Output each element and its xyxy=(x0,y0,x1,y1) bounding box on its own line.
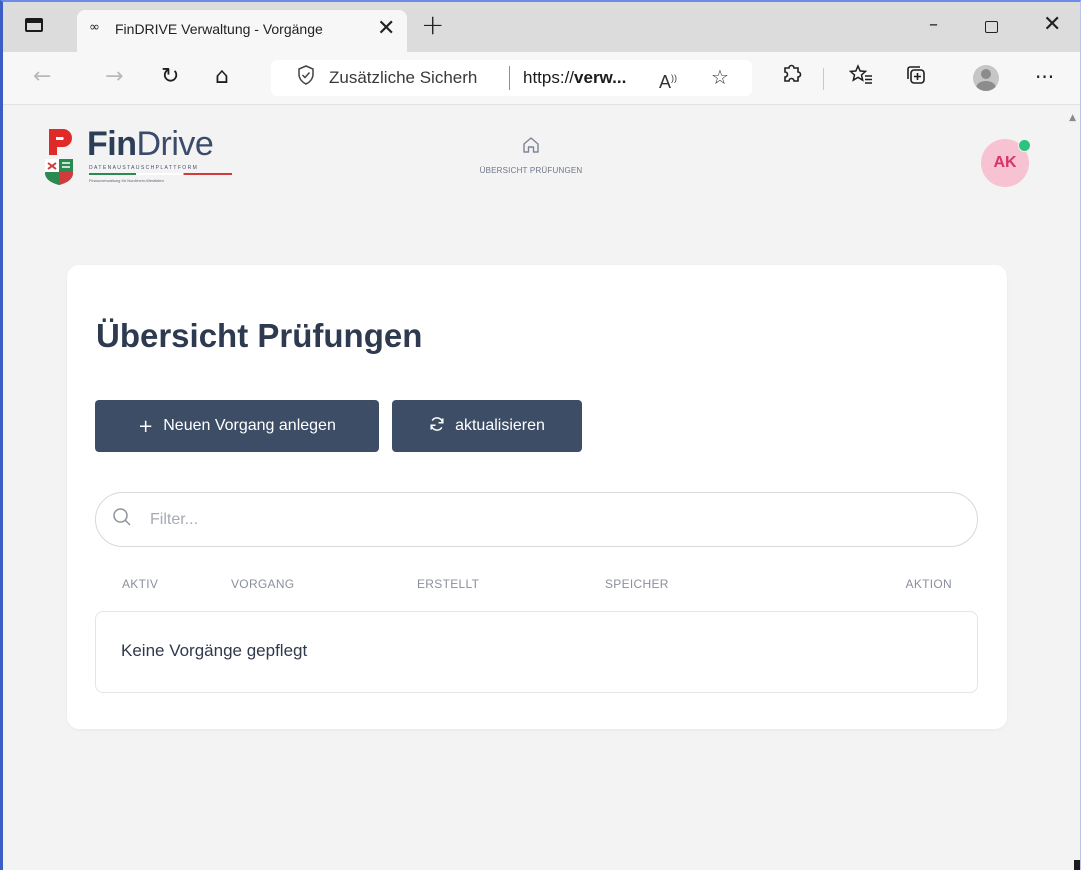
refresh-label: aktualisieren xyxy=(455,417,545,434)
new-tab-button[interactable]: + xyxy=(421,8,444,42)
maximize-button[interactable] xyxy=(985,21,998,33)
forward-icon[interactable]: → xyxy=(105,64,123,90)
logo-subline: Finanzverwaltung für Nordrhein-Westfalen xyxy=(89,178,164,183)
tab-favicon-icon: ∞ xyxy=(89,20,100,35)
column-header-aktion: AKTION xyxy=(905,577,952,591)
address-separator xyxy=(509,66,510,90)
home-icon[interactable]: ⌂ xyxy=(215,64,229,90)
logo-fin: Fin xyxy=(87,125,137,163)
new-case-button[interactable]: + Neuen Vorgang anlegen xyxy=(95,400,379,452)
empty-table-row: Keine Vorgänge gepflegt xyxy=(95,611,978,693)
scroll-up-arrow-icon[interactable]: ▲ xyxy=(1069,113,1076,123)
browser-window: ∞ FinDRIVE Verwaltung - Vorgänge ✕ + – ✕… xyxy=(0,0,1081,870)
browser-tab[interactable]: ∞ FinDRIVE Verwaltung - Vorgänge ✕ xyxy=(77,10,407,52)
column-header-aktiv[interactable]: AKTIV xyxy=(122,577,158,591)
nav-overview-link[interactable]: ÜBERSICHT PRÜFUNGEN xyxy=(461,135,601,175)
url-text[interactable]: https://verw... xyxy=(523,68,626,88)
extensions-icon[interactable] xyxy=(781,64,803,93)
table-header: AKTIV VORGANG ERSTELLT SPEICHER AKTION xyxy=(95,577,978,597)
logo-wordmark: FinDrive xyxy=(87,125,214,163)
search-icon xyxy=(112,507,132,532)
user-initials: AK xyxy=(993,154,1017,171)
shield-check-icon[interactable] xyxy=(297,65,315,93)
refresh-icon xyxy=(429,416,445,437)
logo-tagline: DATENAUSTAUSCHPLATTFORM xyxy=(89,165,199,171)
add-favorite-icon[interactable]: ☆ xyxy=(711,64,729,90)
refresh-button[interactable]: aktualisieren xyxy=(392,400,582,452)
tab-close-icon[interactable]: ✕ xyxy=(377,16,395,42)
empty-message: Keine Vorgänge gepflegt xyxy=(121,641,308,660)
tab-title: FinDRIVE Verwaltung - Vorgänge xyxy=(115,21,323,37)
url-prefix: https:// xyxy=(523,68,575,87)
findrive-logo[interactable]: FinDrive DATENAUSTAUSCHPLATTFORM Finanzv… xyxy=(41,125,251,187)
close-window-button[interactable]: ✕ xyxy=(1043,12,1061,38)
page-title: Übersicht Prüfungen xyxy=(96,317,423,354)
favorites-icon[interactable] xyxy=(848,64,873,93)
read-aloud-icon[interactable]: A)) xyxy=(659,66,677,94)
filter-field[interactable] xyxy=(95,492,978,547)
security-indicator-text[interactable]: Zusätzliche Sicherh xyxy=(329,68,477,88)
browser-toolbar: ← → ↻ ⌂ Zusätzliche Sicherh https://verw… xyxy=(3,52,1080,105)
online-status-badge xyxy=(1018,139,1031,152)
window-resize-handle[interactable] xyxy=(1074,860,1080,870)
main-card: Übersicht Prüfungen + Neuen Vorgang anle… xyxy=(67,265,1007,729)
more-options-icon[interactable]: ··· xyxy=(1035,64,1054,90)
nav-overview-label: ÜBERSICHT PRÜFUNGEN xyxy=(479,166,583,175)
url-host: verw... xyxy=(574,68,627,87)
user-avatar[interactable]: AK xyxy=(981,139,1031,187)
column-header-vorgang[interactable]: VORGANG xyxy=(231,577,294,591)
filter-input[interactable] xyxy=(148,505,952,535)
reload-icon[interactable]: ↻ xyxy=(161,64,179,90)
column-header-speicher[interactable]: SPEICHER xyxy=(605,577,669,591)
logo-drive: Drive xyxy=(136,125,214,163)
profile-avatar-icon[interactable] xyxy=(973,65,999,91)
page-viewport: ▲ FinDrive DATENAUSTAUSCHPLATTFORM Finan… xyxy=(3,105,1080,870)
column-header-erstellt[interactable]: ERSTELLT xyxy=(417,577,479,591)
home-nav-icon xyxy=(461,135,601,160)
tab-actions-icon[interactable] xyxy=(25,18,43,32)
logo-divider xyxy=(89,173,232,175)
address-bar[interactable]: Zusätzliche Sicherh https://verw... A)) … xyxy=(271,60,752,96)
plus-icon: + xyxy=(138,415,154,437)
new-case-label: Neuen Vorgang anlegen xyxy=(163,417,336,434)
nrw-coat-of-arms-icon xyxy=(45,129,73,185)
minimize-button[interactable]: – xyxy=(929,12,938,38)
collections-icon[interactable] xyxy=(905,64,927,93)
back-icon[interactable]: ← xyxy=(33,64,51,90)
browser-titlebar: ∞ FinDRIVE Verwaltung - Vorgänge ✕ + – ✕ xyxy=(3,2,1080,52)
toolbar-separator xyxy=(823,68,824,90)
